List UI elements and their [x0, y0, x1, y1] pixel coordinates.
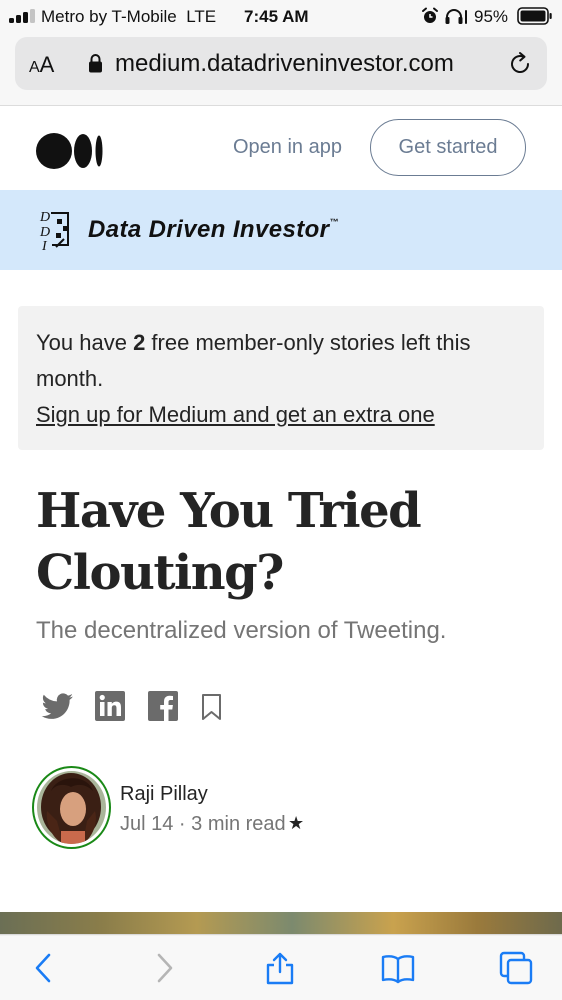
- article-meta: Jul 14 · 3 min read: [120, 813, 286, 835]
- address-bar[interactable]: AA medium.datadriveninvestor.com: [15, 37, 547, 90]
- carrier-label: Metro by T-Mobile LTE: [41, 7, 217, 26]
- url-text[interactable]: medium.datadriveninvestor.com: [115, 50, 454, 78]
- article-subtitle: The decentralized version of Tweeting.: [36, 617, 447, 644]
- author-avatar[interactable]: [37, 771, 106, 844]
- get-started-button[interactable]: Get started: [370, 119, 526, 176]
- article-title: Have You Tried Clouting?: [36, 483, 422, 601]
- network-label: LTE: [186, 7, 217, 26]
- read-time: 3 min read: [191, 813, 286, 835]
- open-in-app-link[interactable]: Open in app: [233, 136, 342, 159]
- svg-text:D: D: [39, 210, 50, 225]
- linkedin-icon[interactable]: [95, 691, 125, 721]
- bookmark-icon[interactable]: [200, 693, 224, 721]
- facebook-icon[interactable]: [148, 691, 178, 721]
- battery-icon: [517, 7, 552, 25]
- alarm-icon: [422, 7, 438, 23]
- headphone-icon: [445, 9, 467, 24]
- svg-text:D: D: [39, 225, 50, 240]
- reload-icon[interactable]: [507, 51, 533, 77]
- tabs-icon[interactable]: [499, 951, 533, 985]
- member-notice: You have 2 free member-only stories left…: [18, 306, 544, 450]
- forward-icon[interactable]: [147, 951, 181, 985]
- back-icon[interactable]: [27, 951, 61, 985]
- author-name[interactable]: Raji Pillay: [120, 783, 208, 806]
- clock: 7:45 AM: [244, 7, 309, 26]
- status-bar: Metro by T-Mobile LTE 7:45 AM 95%: [0, 0, 562, 32]
- safari-toolbar: [0, 934, 562, 1000]
- battery-percent: 95%: [474, 7, 509, 26]
- svg-text:I: I: [41, 239, 48, 253]
- signal-icon: [9, 9, 37, 23]
- signup-link[interactable]: Sign up for Medium and get an extra one: [36, 402, 435, 428]
- member-star-icon: ★: [288, 813, 305, 833]
- lock-icon: [89, 54, 102, 73]
- medium-header: Open in app Get started: [0, 107, 562, 190]
- member-notice-text-line2: month.: [36, 366, 104, 391]
- publication-name: Data Driven Investor™: [88, 216, 339, 243]
- hero-image: [0, 912, 562, 936]
- publication-banner[interactable]: D D I Data Driven Investor™: [0, 190, 562, 270]
- free-stories-count: 2: [133, 330, 146, 355]
- ddi-logo: D D I: [39, 210, 69, 253]
- text-size-button[interactable]: AA: [29, 52, 54, 78]
- share-icon[interactable]: [263, 951, 297, 985]
- member-notice-text: You have 2 free member-only stories left…: [36, 330, 471, 355]
- publish-date: Jul 14: [120, 813, 174, 835]
- medium-logo[interactable]: [36, 132, 104, 170]
- bookmarks-icon[interactable]: [381, 951, 415, 985]
- twitter-icon[interactable]: [40, 691, 74, 723]
- browser-address-area: AA medium.datadriveninvestor.com: [0, 32, 562, 106]
